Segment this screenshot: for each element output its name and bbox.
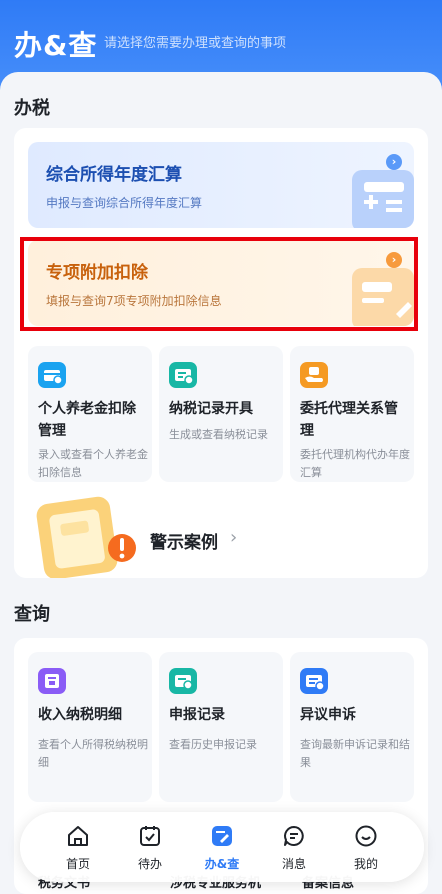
nav-label: 办&查	[204, 857, 240, 871]
page-subtitle: 请选择您需要办理或查询的事项	[104, 36, 287, 51]
nav-label: 消息	[281, 857, 306, 871]
appeal-tile[interactable]: 异议申诉 查询最新申诉记录和结果	[290, 652, 414, 802]
tile-title: 异议申诉	[300, 707, 356, 723]
pension-card-icon	[38, 362, 66, 388]
tile-title: 委托代理关系管理	[300, 401, 398, 439]
tile-description: 生成或查看纳税记录	[169, 428, 268, 441]
nav-label: 我的	[353, 857, 378, 871]
special-deduction-banner[interactable]: 专项附加扣除 填报与查询7项专项附加扣除信息 ›	[28, 240, 414, 326]
tile-description: 查询最新申诉记录和结果	[300, 738, 410, 769]
agency-hand-icon	[300, 362, 328, 388]
agency-management-tile[interactable]: 委托代理关系管理 委托代理机构代办年度汇算	[290, 346, 414, 482]
calculator-icon	[352, 170, 414, 228]
declare-record-tile[interactable]: 申报记录 查看历史申报记录	[159, 652, 283, 802]
page-title: 办&查	[14, 29, 98, 62]
nav-handle-query[interactable]: 办&查	[192, 812, 252, 882]
chevron-right-icon: ›	[230, 527, 238, 548]
nav-label: 待办	[137, 857, 162, 871]
message-icon	[284, 826, 304, 846]
handle-query-icon	[212, 826, 232, 846]
banner-subtitle: 填报与查询7项专项附加扣除信息	[46, 294, 222, 308]
nav-home[interactable]: 首页	[48, 812, 108, 882]
nav-messages[interactable]: 消息	[264, 812, 324, 882]
banner-title: 综合所得年度汇算	[46, 165, 182, 185]
pension-deduction-tile[interactable]: 个人养老金扣除管理 录入或查看个人养老金扣除信息	[28, 346, 152, 482]
nav-profile[interactable]: 我的	[336, 812, 396, 882]
income-detail-icon	[38, 668, 66, 694]
banner-title: 专项附加扣除	[46, 263, 148, 283]
banner-subtitle: 申报与查询综合所得年度汇算	[46, 196, 203, 210]
tile-description: 委托代理机构代办年度汇算	[300, 448, 410, 479]
calendar-check-icon	[140, 826, 160, 846]
tile-title: 申报记录	[169, 707, 225, 723]
profile-icon	[355, 825, 377, 847]
tile-title: 收入纳税明细	[38, 707, 122, 723]
warning-cases-link[interactable]: 警示案例	[150, 528, 218, 553]
tax-panel: 综合所得年度汇算 申报与查询综合所得年度汇算 › 专项附加扣除 填报与查询7项专…	[14, 128, 428, 578]
nav-label: 首页	[65, 857, 90, 871]
appeal-icon	[300, 668, 328, 694]
home-icon	[68, 826, 88, 846]
tax-record-tile[interactable]: 纳税记录开具 生成或查看纳税记录	[159, 346, 283, 482]
tax-record-icon	[169, 362, 197, 388]
section-title-tax: 办税	[14, 98, 50, 119]
tile-title: 纳税记录开具	[169, 401, 253, 417]
section-title-query: 查询	[14, 604, 50, 625]
tile-description: 录入或查看个人养老金扣除信息	[38, 448, 148, 479]
clipboard-warning-icon	[36, 496, 136, 578]
bottom-nav: 首页 待办 办&查 消息 我的	[20, 812, 424, 882]
tile-description: 查看个人所得税纳税明细	[38, 738, 148, 769]
form-pen-icon	[352, 268, 414, 326]
tile-description: 查看历史申报记录	[169, 738, 257, 751]
nav-todo[interactable]: 待办	[120, 812, 180, 882]
declare-record-icon	[169, 668, 197, 694]
income-detail-tile[interactable]: 收入纳税明细 查看个人所得税纳税明细	[28, 652, 152, 802]
tile-title: 个人养老金扣除管理	[38, 401, 136, 439]
annual-settlement-banner[interactable]: 综合所得年度汇算 申报与查询综合所得年度汇算 ›	[28, 142, 414, 228]
